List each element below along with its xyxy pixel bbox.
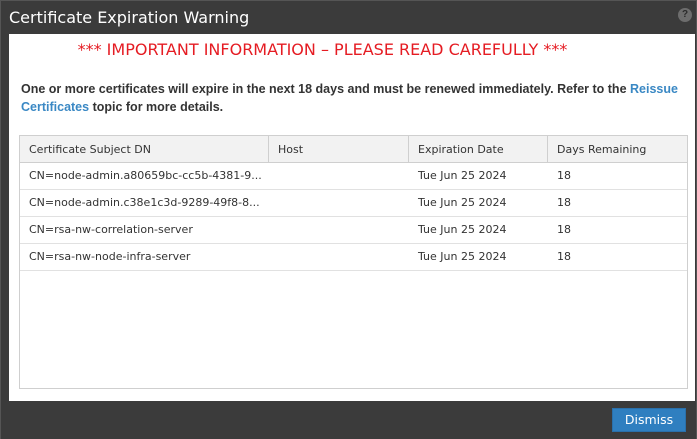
cell-days-remaining: 18 [557,196,571,209]
message-text-end: topic for more details. [89,100,224,114]
important-notice: *** IMPORTANT INFORMATION – PLEASE READ … [77,40,568,59]
cell-expiration-date: Tue Jun 25 2024 [418,223,507,236]
dialog-titlebar[interactable]: Certificate Expiration Warning ? [1,1,696,34]
cell-subject-dn: CN=node-admin.c38e1c3d-9289-49f8-8... [29,196,260,209]
cell-subject-dn: CN=rsa-nw-correlation-server [29,223,193,236]
cell-expiration-date: Tue Jun 25 2024 [418,250,507,263]
cell-expiration-date: Tue Jun 25 2024 [418,196,507,209]
column-header-host[interactable]: Host [269,136,409,162]
cell-expiration-date: Tue Jun 25 2024 [418,169,507,182]
column-header-days-remaining[interactable]: Days Remaining [548,136,687,162]
dialog-title: Certificate Expiration Warning [9,8,250,27]
dialog-footer: Dismiss [1,401,696,439]
cell-host [269,217,409,243]
help-icon[interactable]: ? [678,8,692,22]
table-row[interactable]: CN=node-admin.c38e1c3d-9289-49f8-8... Tu… [20,190,687,217]
cell-subject-dn: CN=node-admin.a80659bc-cc5b-4381-9... [29,169,262,182]
certificates-table: Certificate Subject DN Host Expiration D… [19,135,688,389]
table-header: Certificate Subject DN Host Expiration D… [20,136,687,163]
dialog-content: *** IMPORTANT INFORMATION – PLEASE READ … [9,34,695,401]
cell-days-remaining: 18 [557,250,571,263]
cell-days-remaining: 18 [557,223,571,236]
expiration-message: One or more certificates will expire in … [21,80,693,116]
table-row[interactable]: CN=rsa-nw-correlation-server Tue Jun 25 … [20,217,687,244]
cell-host [269,163,409,189]
cell-host [269,190,409,216]
cell-days-remaining: 18 [557,169,571,182]
table-row[interactable]: CN=rsa-nw-node-infra-server Tue Jun 25 2… [20,244,687,271]
message-text-start: One or more certificates will expire in … [21,82,630,96]
cell-subject-dn: CN=rsa-nw-node-infra-server [29,250,191,263]
table-row[interactable]: CN=node-admin.a80659bc-cc5b-4381-9... Tu… [20,163,687,190]
column-header-expiration-date[interactable]: Expiration Date [409,136,548,162]
column-header-subject-dn[interactable]: Certificate Subject DN [20,136,269,162]
certificate-expiration-dialog: Certificate Expiration Warning ? *** IMP… [0,0,697,439]
dismiss-button[interactable]: Dismiss [612,408,686,432]
cell-host [269,244,409,270]
